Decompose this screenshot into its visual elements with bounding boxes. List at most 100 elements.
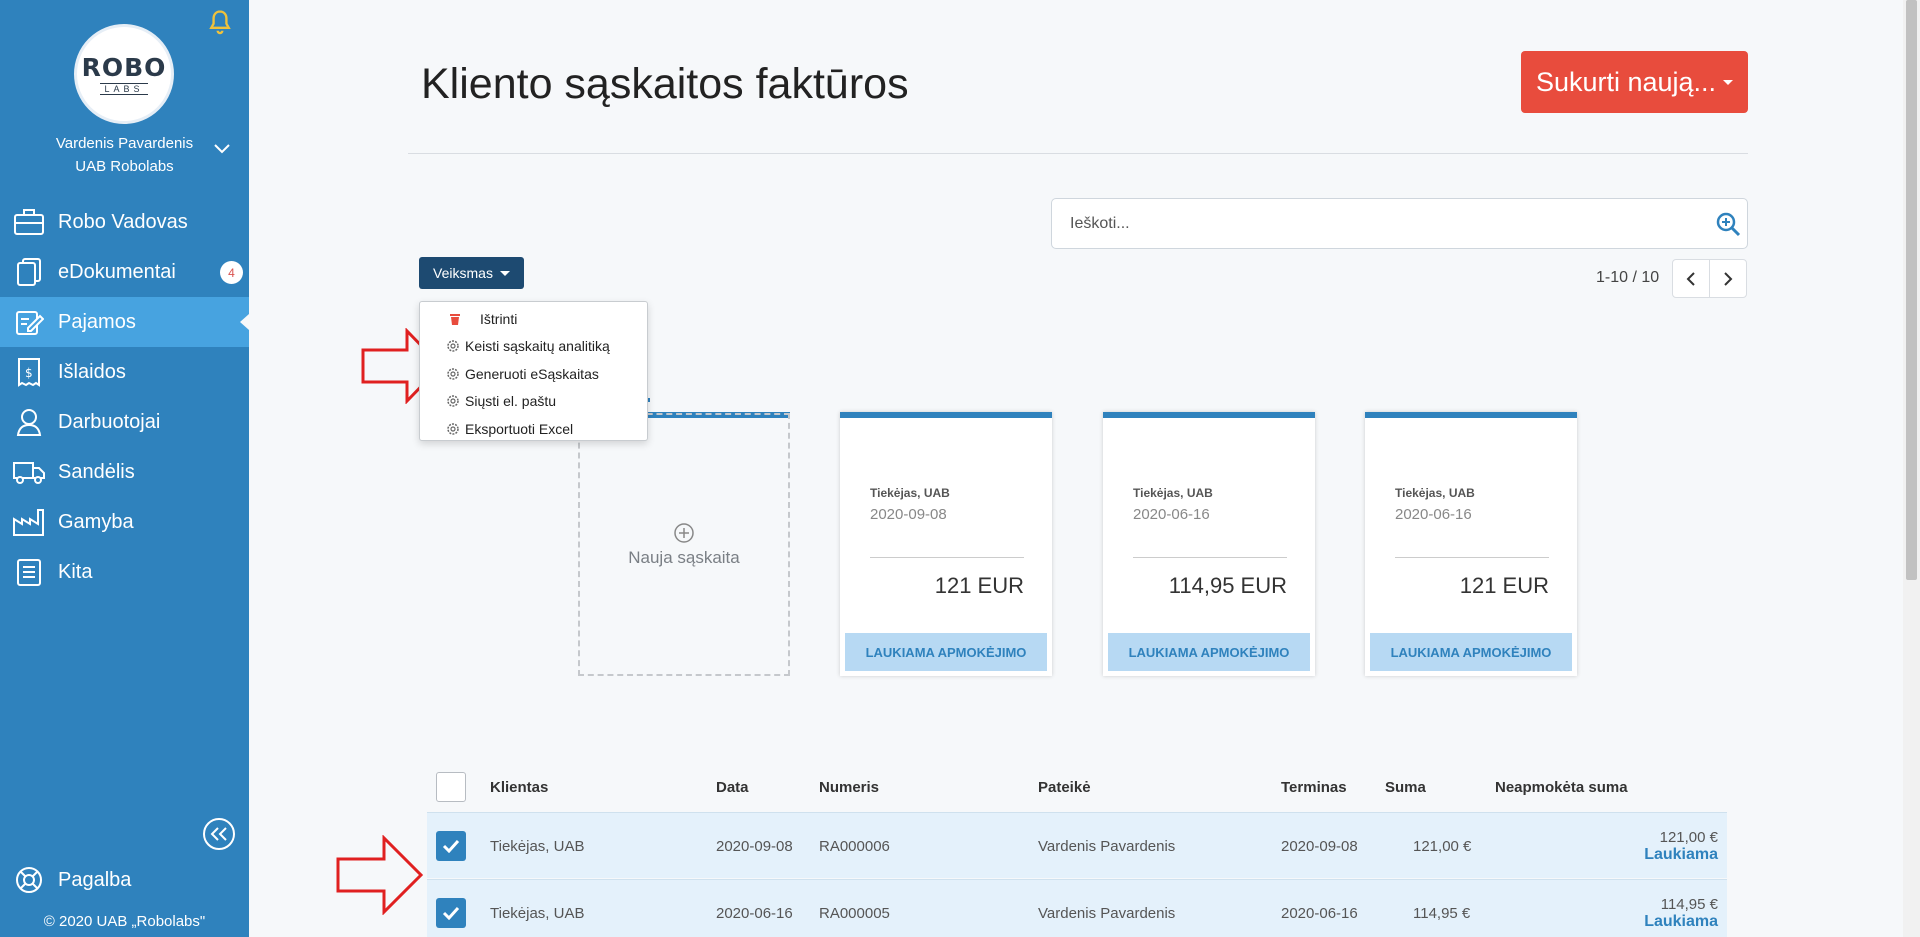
action-menu: Ištrinti Keisti sąskaitų analitiką Gener… (419, 301, 648, 441)
menu-item-label: Keisti sąskaitų analitiką (465, 338, 610, 355)
sidebar-item-darbuotojai[interactable]: Darbuotojai (0, 397, 249, 447)
search-plus-icon[interactable] (1715, 211, 1741, 237)
checkmark-icon (442, 906, 460, 920)
cell-due: 2020-06-16 (1281, 904, 1358, 922)
company-logo: ROBO LABS (74, 24, 174, 124)
row-checkbox[interactable] (436, 831, 466, 861)
invoice-amount: 114,95 EUR (1168, 573, 1287, 598)
table-row[interactable]: Tiekėjas, UAB 2020-09-08 RA000006 Varden… (427, 812, 1727, 878)
action-button-label: Veiksmas (433, 265, 493, 281)
menu-item-delete[interactable]: Ištrinti (420, 305, 647, 333)
invoice-client: Tiekėjas, UAB (1133, 486, 1213, 500)
search-box (1051, 198, 1748, 249)
sidebar-item-label: eDokumentai (58, 260, 176, 283)
cell-sum: 114,95 € (1413, 904, 1471, 922)
prev-page-button[interactable] (1672, 259, 1710, 298)
cell-due: 2020-09-08 (1281, 837, 1358, 855)
invoice-card[interactable]: Tiekėjas, UAB 2020-06-16 114,95 EUR LAUK… (1103, 412, 1315, 676)
row-select-cell (436, 813, 466, 879)
menu-item-export-excel[interactable]: Eksportuoti Excel (420, 415, 647, 443)
sidebar: ROBO LABS Vardenis Pavardenis UAB Robola… (0, 0, 249, 937)
column-header-number[interactable]: Numeris (819, 767, 879, 807)
help-label: Pagalba (58, 868, 132, 891)
column-header-submitter[interactable]: Pateikė (1038, 767, 1091, 807)
pagination-info: 1-10 / 10 (1596, 269, 1660, 286)
page-scrollbar[interactable] (1903, 0, 1920, 937)
sidebar-item-label: Išlaidos (58, 360, 126, 383)
action-dropdown-button[interactable]: Veiksmas (419, 257, 524, 289)
sidebar-item-label: Gamyba (58, 510, 134, 533)
edit-icon (12, 306, 46, 338)
new-invoice-card[interactable]: Nauja sąskaita (578, 413, 790, 676)
sidebar-item-label: Darbuotojai (58, 410, 161, 433)
double-chevron-left-icon (210, 827, 227, 841)
list-icon (12, 556, 46, 588)
payment-status: Laukiama (1644, 845, 1718, 863)
row-checkbox[interactable] (436, 898, 466, 928)
divider (1395, 557, 1549, 558)
select-all-checkbox[interactable] (436, 772, 466, 802)
sidebar-item-label: Robo Vadovas (58, 210, 188, 233)
receipt-icon: $ (12, 356, 46, 388)
table-row[interactable]: Tiekėjas, UAB 2020-06-16 RA000005 Varden… (427, 879, 1727, 937)
invoice-card[interactable]: Tiekėjas, UAB 2020-09-08 121 EUR LAUKIAM… (840, 412, 1052, 676)
invoice-status-badge: LAUKIAMA APMOKĖJIMO (1370, 633, 1572, 671)
sidebar-item-gamyba[interactable]: Gamyba (0, 497, 249, 547)
cell-number: RA000005 (819, 904, 890, 922)
search-input[interactable] (1052, 199, 1692, 248)
factory-icon (12, 506, 46, 538)
column-header-sum[interactable]: Suma (1385, 767, 1426, 807)
unpaid-amount: 121,00 € (1659, 828, 1718, 846)
person-icon (12, 406, 46, 438)
collapse-sidebar-button[interactable] (203, 818, 235, 850)
scrollbar-thumb[interactable] (1906, 0, 1917, 580)
sidebar-item-islaidos[interactable]: $ Išlaidos (0, 347, 249, 397)
column-header-client[interactable]: Klientas (490, 767, 548, 807)
sidebar-item-robo-vadovas[interactable]: Robo Vadovas (0, 197, 249, 247)
column-header-unpaid[interactable]: Neapmokėta suma (1495, 767, 1628, 807)
logo-text: ROBO (81, 53, 167, 82)
sidebar-item-kita[interactable]: Kita (0, 547, 249, 597)
menu-item-label: Generuoti eSąskaitas (465, 365, 599, 382)
payment-status: Laukiama (1644, 912, 1718, 930)
menu-item-generate-einvoices[interactable]: Generuoti eSąskaitas (420, 360, 647, 388)
invoice-client: Tiekėjas, UAB (870, 486, 950, 500)
row-select-cell (436, 880, 466, 937)
invoice-client: Tiekėjas, UAB (1395, 486, 1475, 500)
column-header-date[interactable]: Data (716, 767, 749, 807)
checkmark-icon (442, 839, 460, 853)
unpaid-amount: 114,95 € (1660, 895, 1718, 913)
create-new-label: Sukurti naują... (1535, 66, 1717, 97)
create-new-button[interactable]: Sukurti naują... (1521, 51, 1748, 113)
trash-icon (448, 312, 462, 326)
gear-icon (446, 367, 460, 381)
cell-date: 2020-06-16 (716, 904, 793, 922)
sidebar-item-sandelis[interactable]: Sandėlis (0, 447, 249, 497)
divider (870, 557, 1024, 558)
invoice-date: 2020-09-08 (870, 506, 947, 523)
briefcase-icon (12, 206, 46, 238)
menu-item-change-analytics[interactable]: Keisti sąskaitų analitiką (420, 333, 647, 361)
bell-icon[interactable] (206, 8, 234, 36)
cell-submitter: Vardenis Pavardenis (1038, 904, 1176, 922)
cell-unpaid: 114,95 € Laukiama (1527, 880, 1727, 937)
column-header-due[interactable]: Terminas (1281, 767, 1347, 807)
menu-item-send-email[interactable]: Siųsti el. paštu (420, 388, 647, 416)
invoice-date: 2020-06-16 (1395, 506, 1472, 523)
invoice-date: 2020-06-16 (1133, 506, 1210, 523)
invoice-amount: 121 EUR (934, 573, 1024, 598)
invoice-amount: 121 EUR (1459, 573, 1549, 598)
cell-client: Tiekėjas, UAB (490, 904, 585, 922)
sidebar-item-pajamos[interactable]: Pajamos (0, 297, 249, 347)
next-page-button[interactable] (1709, 259, 1747, 298)
cell-number: RA000006 (819, 837, 890, 855)
documents-icon (12, 256, 46, 288)
invoice-card[interactable]: Tiekėjas, UAB 2020-06-16 121 EUR LAUKIAM… (1365, 412, 1577, 676)
divider (1133, 557, 1287, 558)
cell-sum: 121,00 € (1413, 837, 1472, 855)
chevron-down-icon[interactable] (212, 138, 232, 158)
menu-item-label: Siųsti el. paštu (465, 393, 557, 410)
sidebar-item-edokumentai[interactable]: eDokumentai 4 (0, 247, 249, 297)
menu-item-label: Eksportuoti Excel (465, 420, 574, 437)
sidebar-item-help[interactable]: Pagalba (12, 864, 131, 896)
